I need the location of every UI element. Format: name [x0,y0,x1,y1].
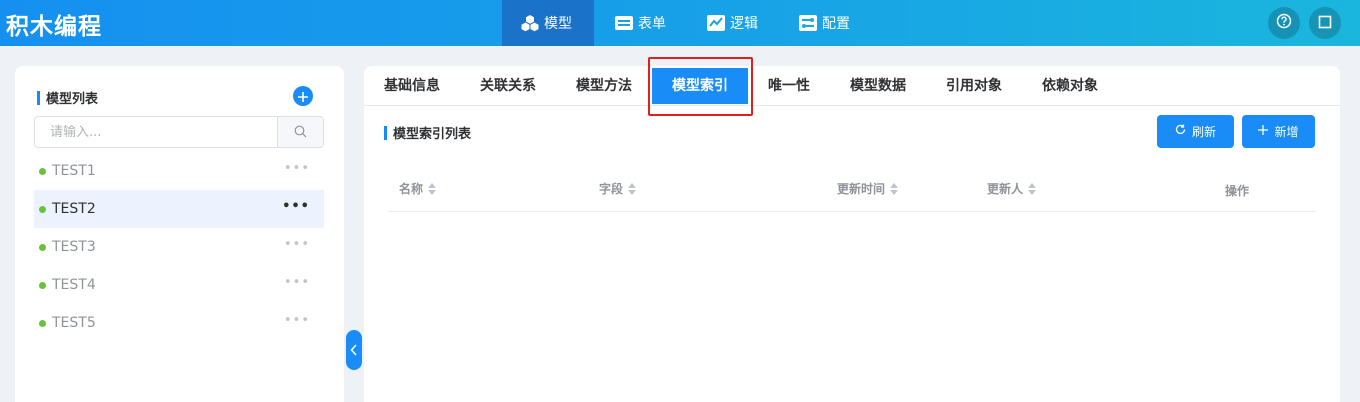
tab-basic-info[interactable]: 基础信息 [384,66,440,106]
list-item-label: TEST5 [52,315,96,331]
sort-icon[interactable] [428,182,437,195]
col-name-label: 名称 [399,182,424,196]
list-item-selected[interactable]: TEST2 ••• [34,190,324,228]
refresh-label: 刷新 [1191,125,1216,139]
list-item[interactable]: TEST1 ••• [34,152,324,190]
tab-methods[interactable]: 模型方法 [576,66,632,106]
nav-form-label: 表单 [638,16,666,32]
add-label: 新增 [1274,125,1299,139]
title-accent-bar [37,90,40,105]
panel-title: 模型列表 [37,88,98,107]
list-item-label: TEST2 [52,201,96,217]
nav-config-label: 配置 [822,16,850,32]
cubes-icon [520,14,540,32]
col-actions-label: 操作 [1225,184,1250,198]
sort-icon[interactable] [628,182,637,195]
list-item[interactable]: TEST3 ••• [34,228,324,266]
fullscreen-button[interactable] [1309,7,1341,39]
form-icon [614,14,634,32]
refresh-button[interactable]: 刷新 [1157,115,1234,148]
help-button[interactable] [1268,7,1300,39]
search-icon [294,123,307,142]
nav-logic-label: 逻辑 [730,16,758,32]
collapse-sidebar-button[interactable] [346,330,362,370]
nav-config[interactable]: 配置 [780,0,872,46]
col-name[interactable]: 名称 [399,180,437,197]
search-input[interactable] [35,117,277,147]
list-item-label: TEST4 [52,277,96,293]
col-updated-time[interactable]: 更新时间 [837,180,899,197]
index-table-header: 名称 字段 更新时间 更新人 操作 [388,166,1316,212]
nav-model[interactable]: 模型 [502,0,594,46]
list-item[interactable]: TEST5 ••• [34,304,324,342]
refresh-icon [1175,124,1186,139]
more-icon[interactable]: ••• [282,199,310,214]
highlight-box [648,57,753,116]
col-updated-by[interactable]: 更新人 [987,180,1037,197]
logic-icon [706,14,726,32]
title-accent-bar [384,125,387,140]
status-dot [39,205,46,213]
model-search [34,116,324,148]
top-header: 积木编程 模型 表单 逻辑 配置 [0,0,1360,46]
app-brand: 积木编程 [6,14,102,40]
model-list-panel: 模型列表 TEST1 ••• TEST2 ••• TEST3 ••• [15,66,344,402]
config-icon [798,14,818,32]
tab-dependencies[interactable]: 依赖对象 [1042,66,1098,106]
nav-form[interactable]: 表单 [596,0,688,46]
tab-references[interactable]: 引用对象 [946,66,1002,106]
tab-data[interactable]: 模型数据 [850,66,906,106]
section-title-label: 模型索引列表 [393,127,472,142]
status-dot [39,281,46,289]
col-field-label: 字段 [599,182,624,196]
col-updated-by-label: 更新人 [987,182,1024,196]
nav-model-label: 模型 [544,16,572,32]
plus-icon [298,87,308,106]
sort-icon[interactable] [890,182,899,195]
status-dot [39,243,46,251]
list-item[interactable]: TEST4 ••• [34,266,324,304]
more-icon[interactable]: ••• [284,313,310,328]
plus-icon [1258,124,1269,139]
model-list: TEST1 ••• TEST2 ••• TEST3 ••• TEST4 ••• … [34,152,324,342]
col-actions: 操作 [1225,182,1249,199]
chevron-left-icon [350,341,358,360]
section-title: 模型索引列表 [384,123,471,142]
add-index-button[interactable]: 新增 [1242,115,1315,148]
add-model-button[interactable] [293,86,313,106]
panel-title-label: 模型列表 [46,92,99,107]
nav-logic[interactable]: 逻辑 [688,0,780,46]
search-button[interactable] [277,117,323,147]
sort-icon[interactable] [1028,182,1037,195]
detail-panel: 基础信息 关联关系 模型方法 模型索引 唯一性 模型数据 引用对象 依赖对象 模… [364,66,1340,402]
col-field[interactable]: 字段 [599,180,637,197]
list-item-label: TEST3 [52,239,96,255]
status-dot [39,319,46,327]
status-dot [39,167,46,175]
more-icon[interactable]: ••• [284,161,310,176]
list-item-label: TEST1 [52,163,96,179]
tab-bar: 基础信息 关联关系 模型方法 模型索引 唯一性 模型数据 引用对象 依赖对象 [364,66,1340,106]
fullscreen-icon [1318,14,1332,33]
more-icon[interactable]: ••• [284,237,310,252]
tab-uniqueness[interactable]: 唯一性 [768,66,810,106]
help-icon [1276,13,1292,33]
more-icon[interactable]: ••• [284,275,310,290]
tab-relations[interactable]: 关联关系 [480,66,536,106]
col-updated-time-label: 更新时间 [837,182,886,196]
